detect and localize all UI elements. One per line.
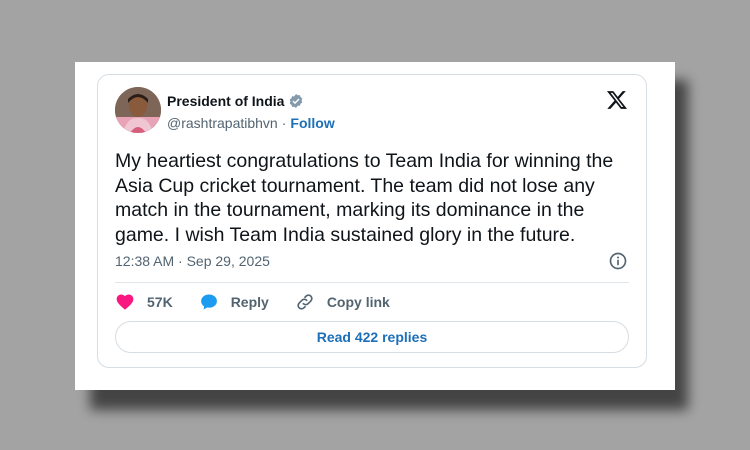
x-logo-icon[interactable] [606, 89, 628, 111]
divider [115, 282, 629, 283]
reply-icon [200, 294, 217, 310]
verified-badge-icon [290, 94, 303, 108]
reply-label: Reply [230, 294, 269, 310]
tweet-text: My heartiest congratulations to Team Ind… [115, 150, 614, 246]
reply-button[interactable]: Reply [199, 292, 269, 312]
copy-link-label: Copy link [326, 294, 390, 310]
copy-link-button[interactable]: Copy link [295, 292, 390, 312]
follow-button[interactable]: Follow [290, 115, 334, 131]
author-name[interactable]: President of India [167, 93, 284, 109]
author-handle[interactable]: @rashtrapatibhvn [167, 115, 278, 131]
tweet-timestamp[interactable]: 12:38 AM · Sep 29, 2025 [115, 253, 270, 269]
link-icon [297, 294, 313, 310]
avatar[interactable] [115, 87, 161, 133]
tweet-card[interactable]: President of India @rashtrapatibhvn · Foll… [97, 74, 647, 368]
heart-icon [116, 294, 134, 310]
action-bar: 57K Reply Copy link [115, 292, 416, 312]
read-replies-button[interactable]: Read 422 replies [115, 321, 629, 353]
separator-dot: · [281, 115, 287, 131]
like-button[interactable]: 57K [115, 292, 173, 312]
like-count: 57K [147, 294, 173, 310]
info-icon[interactable] [608, 251, 628, 271]
